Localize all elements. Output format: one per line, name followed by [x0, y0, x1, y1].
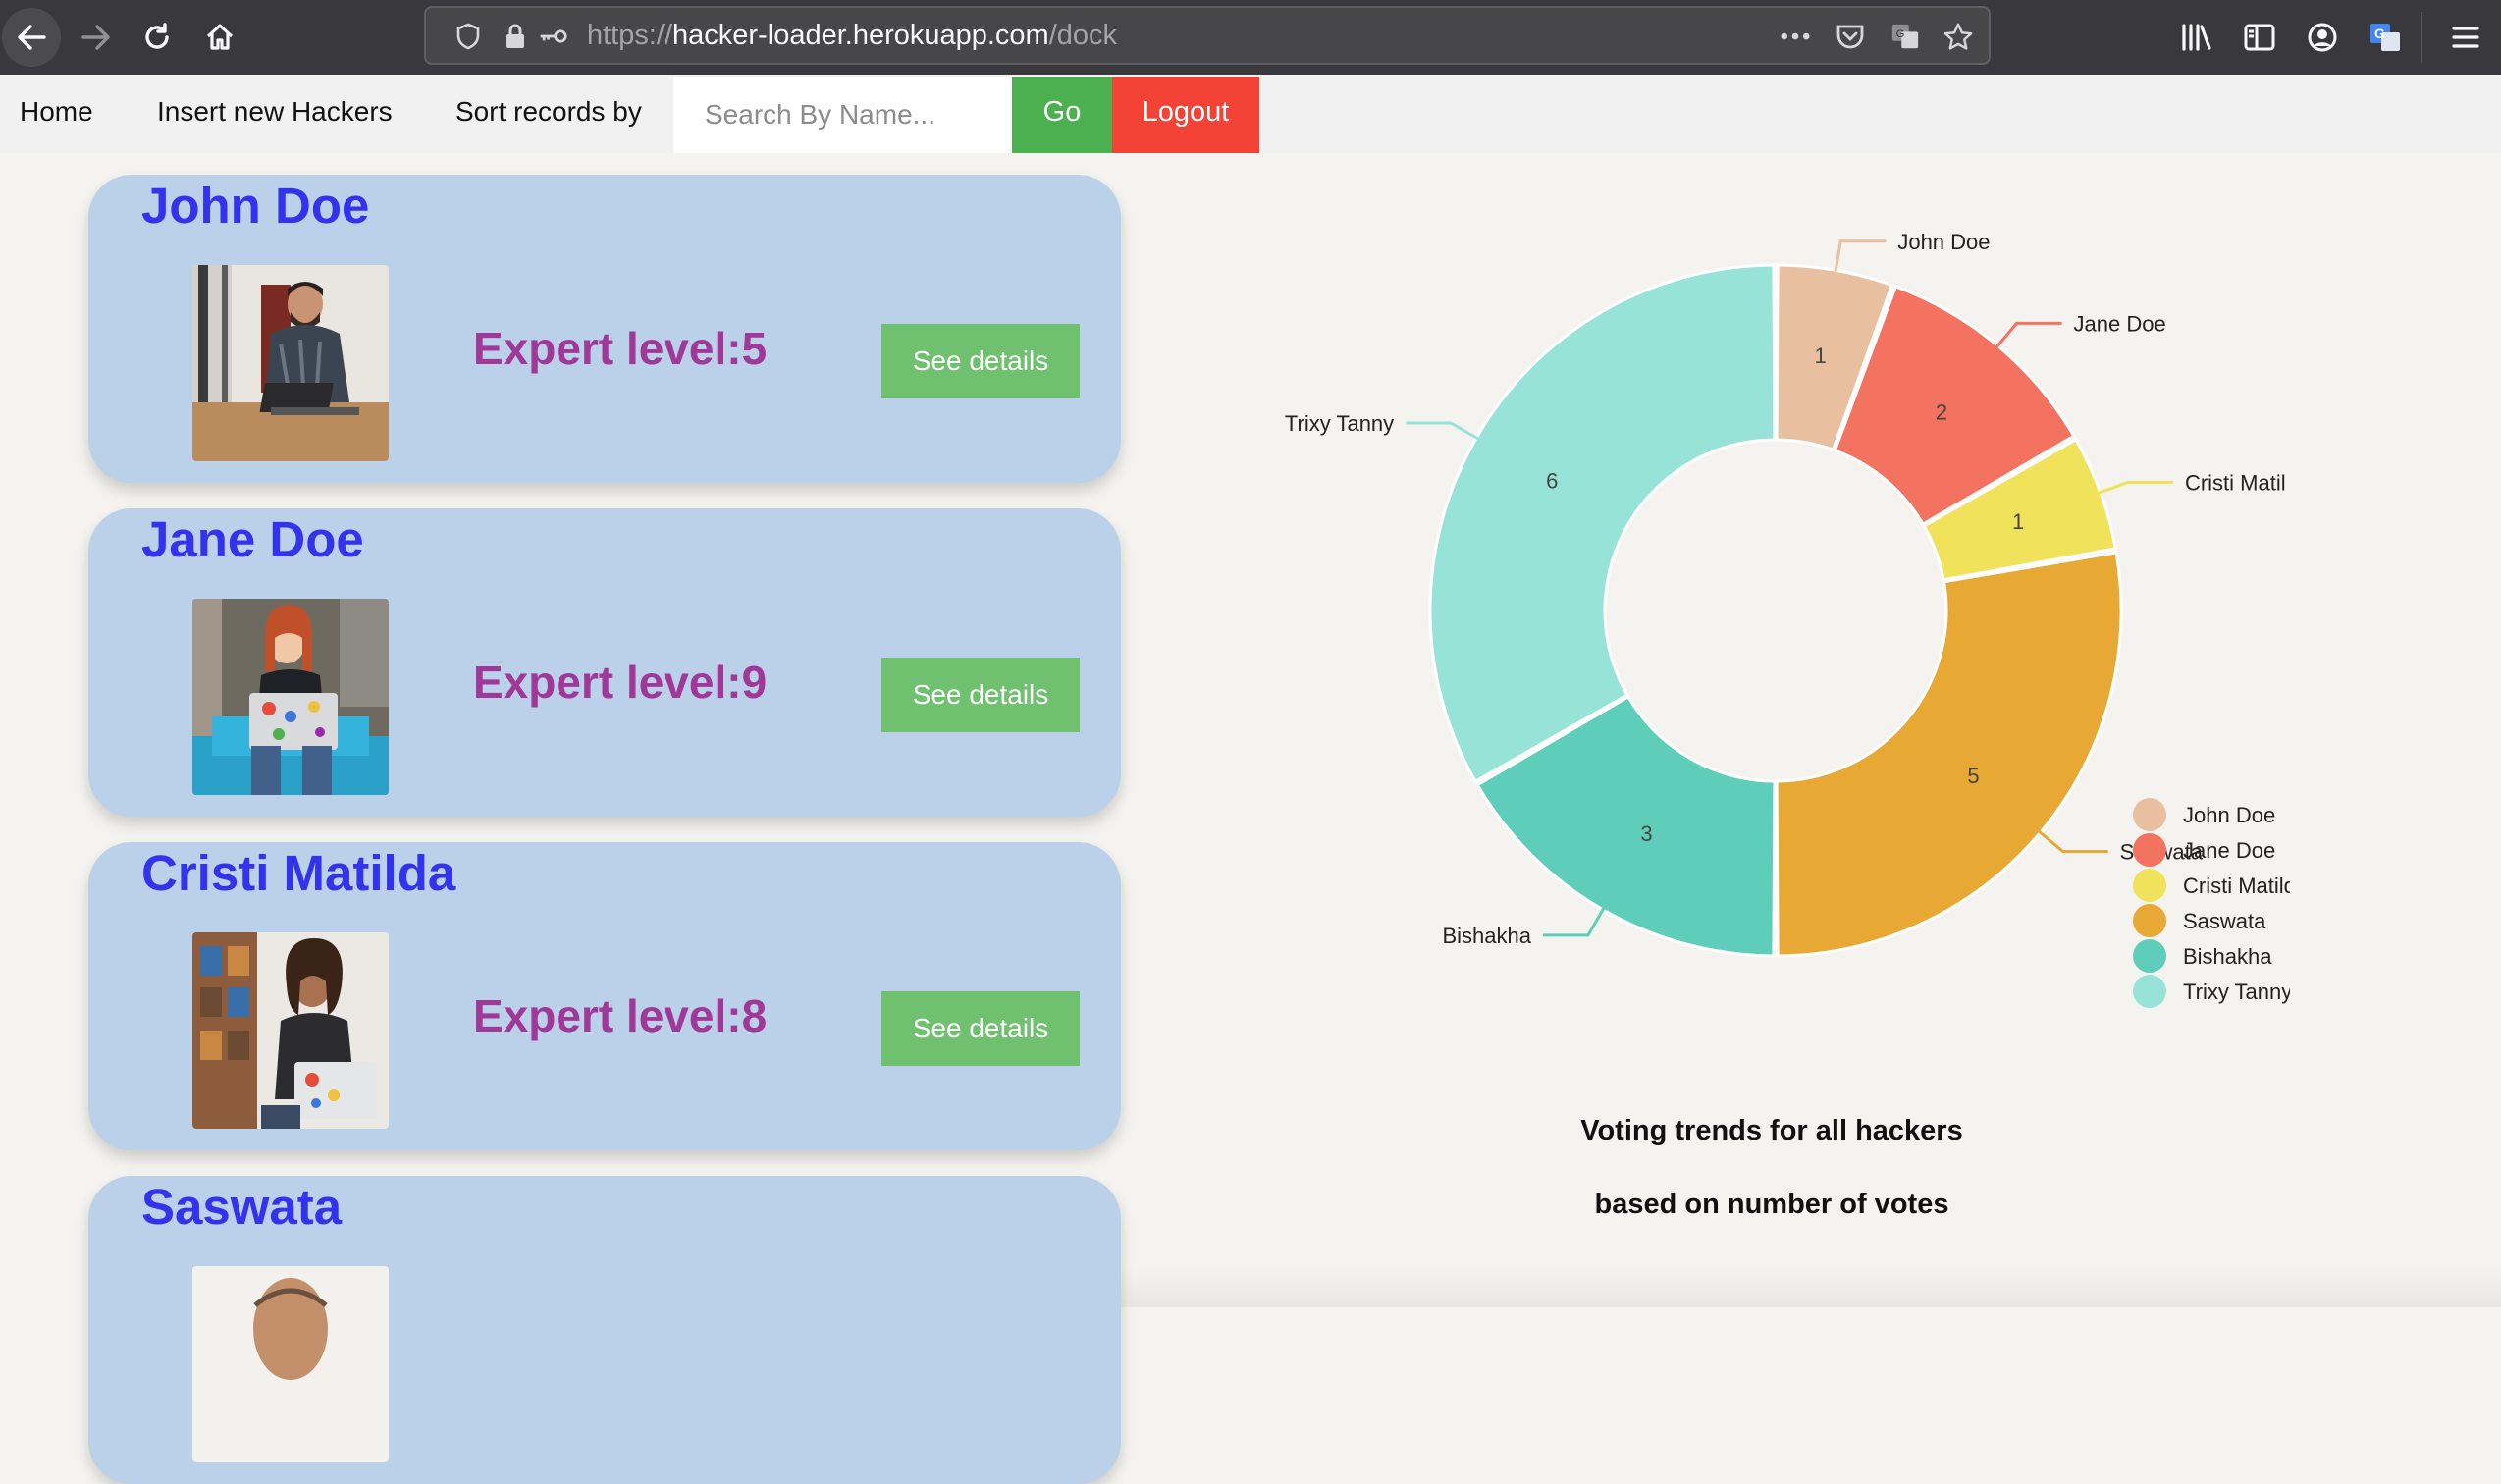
hacker-photo — [192, 932, 389, 1129]
hacker-card: Jane Doe Expert level:9 See details — [88, 508, 1121, 817]
expert-level: Expert level:9 — [473, 657, 768, 708]
forward-button[interactable] — [67, 8, 126, 67]
slice-outer-label: Jane Doe — [2074, 311, 2166, 336]
nav-insert-hackers-link[interactable]: Insert new Hackers — [157, 77, 393, 153]
slice-outer-label: Trixy Tanny — [1285, 411, 1394, 436]
menu-icon[interactable] — [2446, 18, 2485, 57]
legend-swatch[interactable] — [2133, 869, 2166, 902]
hacker-name: John Doe — [141, 178, 370, 234]
shield-icon[interactable] — [453, 22, 483, 51]
browser-toolbar: https://hacker-loader.herokuapp.com/dock… — [0, 0, 2501, 75]
chart-slice[interactable] — [1428, 263, 1777, 784]
see-details-button[interactable]: See details — [881, 324, 1080, 398]
bookmark-star-icon[interactable] — [1943, 22, 1973, 51]
home-button[interactable] — [190, 8, 249, 67]
nav-sort-records-link[interactable]: Sort records by — [455, 77, 642, 153]
legend-swatch[interactable] — [2133, 975, 2166, 1008]
translate-icon[interactable]: G — [1890, 22, 1920, 51]
scroll-shadow — [1121, 1266, 2501, 1307]
account-icon[interactable] — [2303, 18, 2342, 57]
slice-leader-line — [1993, 321, 2062, 351]
see-details-button[interactable]: See details — [881, 991, 1080, 1066]
legend-label[interactable]: Trixy Tanny — [2183, 980, 2292, 1004]
expert-level: Expert level:8 — [473, 990, 768, 1041]
hacker-name: Cristi Matilda — [141, 845, 456, 901]
pocket-icon[interactable] — [1836, 22, 1865, 51]
legend-swatch[interactable] — [2133, 833, 2166, 867]
legend-label[interactable]: John Doe — [2183, 803, 2275, 827]
legend-label[interactable]: Cristi Matild — [2183, 874, 2296, 898]
hacker-photo — [192, 599, 389, 795]
svg-text:G: G — [1896, 28, 1905, 40]
slice-leader-line — [1406, 421, 1483, 443]
toolbar-divider — [2421, 12, 2422, 63]
hacker-photo — [192, 265, 389, 461]
back-button[interactable] — [2, 8, 61, 67]
app-navbar: Home Insert new Hackers Sort records by … — [0, 77, 2501, 153]
slice-outer-label: John Doe — [1897, 230, 1990, 254]
slice-outer-label: Cristi Matil — [2185, 470, 2286, 495]
hacker-name: Saswata — [141, 1179, 343, 1235]
chart-slice[interactable] — [1775, 551, 2123, 958]
translate-extension-icon[interactable]: G — [2366, 18, 2405, 57]
slice-leader-line — [1543, 903, 1608, 937]
hacker-card: Saswata — [88, 1176, 1121, 1484]
hacker-card: Cristi Matilda Expert level:8 See detail… — [88, 842, 1121, 1150]
arrow-left-icon — [18, 25, 46, 50]
svg-text:G: G — [2374, 26, 2385, 41]
home-icon — [206, 24, 234, 50]
legend-swatch[interactable] — [2133, 904, 2166, 937]
url-text: https://hacker-loader.herokuapp.com/dock — [587, 20, 1118, 51]
chart-caption-title: Voting trends for all hackers — [1580, 1115, 1963, 1146]
expert-level: Expert level:5 — [473, 323, 768, 374]
search-input[interactable] — [673, 77, 1012, 153]
nav-home-link[interactable]: Home — [20, 77, 93, 153]
legend-swatch[interactable] — [2133, 939, 2166, 973]
arrow-right-icon — [81, 25, 110, 50]
legend-label[interactable]: Saswata — [2183, 909, 2266, 933]
logout-button[interactable]: Logout — [1112, 77, 1259, 153]
hacker-card: John Doe Expert level:5 See details — [88, 175, 1121, 483]
chart-caption-subtitle: based on number of votes — [1594, 1189, 1949, 1220]
url-bar[interactable]: https://hacker-loader.herokuapp.com/dock… — [424, 6, 1991, 65]
reload-button[interactable] — [128, 8, 186, 67]
legend-swatch[interactable] — [2133, 798, 2166, 831]
legend-label[interactable]: Jane Doe — [2183, 838, 2275, 863]
lock-icon[interactable] — [501, 22, 530, 51]
legend-label[interactable]: Bishakha — [2183, 944, 2272, 969]
reload-icon — [145, 23, 169, 49]
hacker-name: Jane Doe — [141, 511, 364, 567]
slice-leader-line — [2035, 827, 2108, 854]
slice-outer-label: Bishakha — [1442, 924, 1531, 948]
more-actions-icon[interactable] — [1781, 22, 1810, 51]
sidebar-icon[interactable] — [2240, 18, 2279, 57]
hacker-photo — [192, 1266, 389, 1462]
library-icon[interactable] — [2177, 18, 2216, 57]
key-icon[interactable] — [538, 22, 567, 51]
slice-leader-line — [2094, 480, 2173, 497]
see-details-button[interactable]: See details — [881, 658, 1080, 732]
go-button[interactable]: Go — [1012, 77, 1112, 153]
